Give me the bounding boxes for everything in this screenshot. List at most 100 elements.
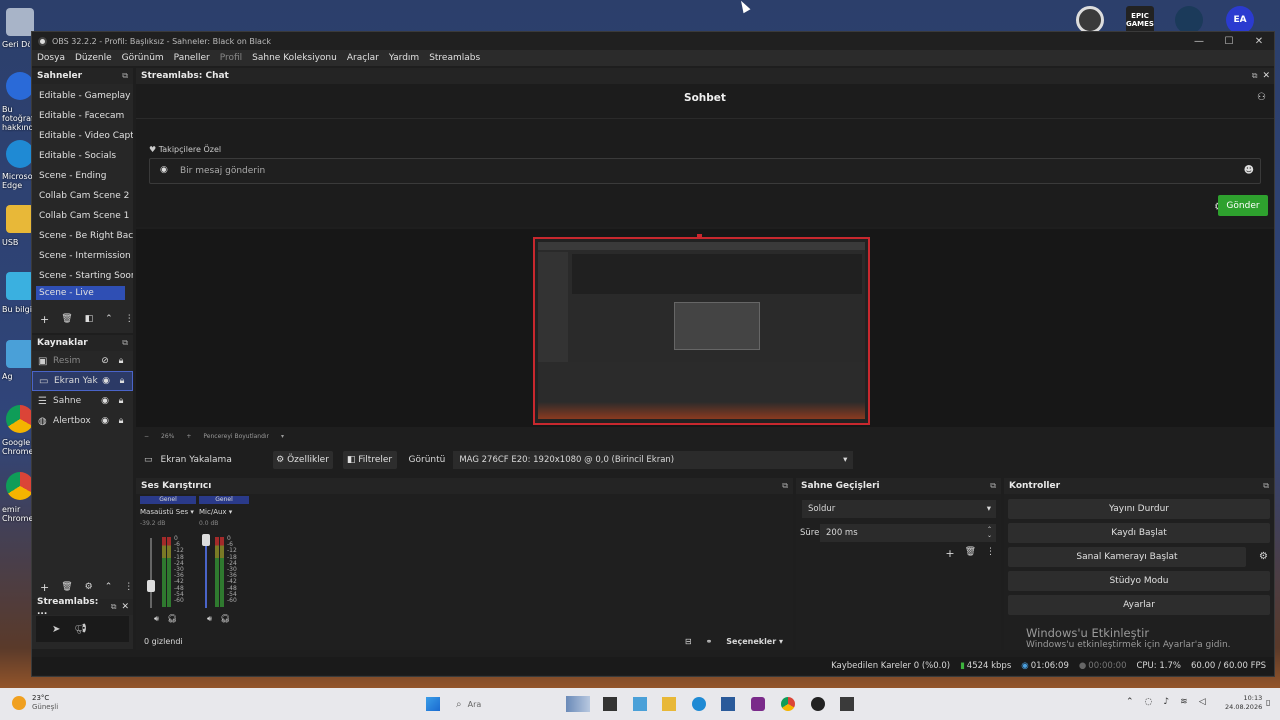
options-button[interactable]: Seçenekler ▾ <box>726 637 783 646</box>
menu-sahne-koleksiyonu[interactable]: Sahne Koleksiyonu <box>252 53 337 63</box>
menu-duzenle[interactable]: Düzenle <box>75 53 112 63</box>
menu-profil[interactable]: Profil <box>220 53 242 63</box>
stepper-icon[interactable]: ⌃ ⌄ <box>987 527 992 539</box>
chevron-up-icon[interactable]: ⌃ <box>105 314 113 324</box>
gear-icon[interactable]: ⚙ <box>1259 551 1268 562</box>
chevron-down-icon[interactable]: ▾ <box>281 433 284 440</box>
undock-icon[interactable]: ⧉ <box>1263 481 1269 491</box>
layout-icon[interactable]: ⊟ <box>685 637 692 646</box>
menu-paneller[interactable]: Paneller <box>174 53 210 63</box>
wifi-icon[interactable]: ≋ <box>1180 697 1188 707</box>
studio-mode-button[interactable]: Stüdyo Modu <box>1008 571 1270 591</box>
close-icon[interactable]: ✕ <box>121 602 129 612</box>
eye-icon[interactable]: ◉ <box>98 376 114 386</box>
scene-item[interactable]: Scene - Ending <box>32 166 133 186</box>
undock-icon[interactable]: ⧉ <box>122 71 128 81</box>
add-icon[interactable]: + <box>945 547 954 560</box>
taskbar-app-icon[interactable] <box>566 696 590 712</box>
start-virtual-camera-button[interactable]: Sanal Kamerayı Başlat <box>1008 547 1246 567</box>
scene-item[interactable]: Scene - Be Right Back <box>32 226 133 246</box>
obs-taskbar-icon[interactable] <box>811 697 825 711</box>
send-button[interactable]: Gönder <box>1218 195 1268 216</box>
taskbar-app-icon[interactable] <box>751 697 765 711</box>
zoom-in-button[interactable]: + <box>186 433 191 440</box>
source-item[interactable]: ▣ Resim ⊘ 🔒︎ <box>32 351 133 371</box>
edge-icon[interactable] <box>692 697 706 711</box>
channel-name-select[interactable]: Mic/Aux ▾ <box>199 508 249 516</box>
more-icon[interactable]: ⋮ <box>125 314 134 324</box>
transition-select[interactable]: Soldur ▾ <box>802 500 996 518</box>
add-icon[interactable]: + <box>40 313 49 326</box>
filters-button[interactable]: ◧ Filtreler <box>342 451 397 469</box>
headphones-icon[interactable]: 🎧︎ <box>167 614 177 624</box>
lock-icon[interactable]: 🔒︎ <box>114 376 130 386</box>
scene-item[interactable]: Editable - Video Capture <box>32 126 133 146</box>
menu-gorunum[interactable]: Görünüm <box>122 53 164 63</box>
folder-icon[interactable] <box>6 205 34 233</box>
scene-item-selected[interactable]: Scene - Live <box>36 286 125 300</box>
undock-icon[interactable]: ⧉ <box>990 481 996 491</box>
chat-input[interactable]: ◉ Bir mesaj gönderin ☻ <box>149 158 1261 184</box>
zoom-mode[interactable]: Pencereyi Boyutlandır <box>203 433 269 440</box>
opera-gx-icon[interactable] <box>1076 6 1104 34</box>
chrome-icon[interactable] <box>6 405 34 433</box>
undock-icon[interactable]: ⧉ <box>111 602 117 612</box>
undock-icon[interactable]: ⧉ <box>122 338 128 348</box>
chrome-icon[interactable] <box>6 472 34 500</box>
weather-widget[interactable]: 23°C Güneşli <box>12 694 58 712</box>
menu-araclar[interactable]: Araçlar <box>347 53 379 63</box>
scene-item[interactable]: Collab Cam Scene 2 <box>32 186 133 206</box>
search-box[interactable]: ⌕ Ara <box>452 695 562 713</box>
trash-icon[interactable]: 🗑 <box>965 547 976 560</box>
send-icon[interactable]: ➤ <box>52 624 60 635</box>
menu-dosya[interactable]: Dosya <box>37 53 65 63</box>
lock-icon[interactable]: 🔒︎ <box>113 396 129 406</box>
ea-icon[interactable]: EA <box>1226 6 1254 34</box>
menu-yardim[interactable]: Yardım <box>389 53 419 63</box>
volume-slider[interactable] <box>150 538 152 608</box>
network-icon[interactable] <box>6 340 34 368</box>
lock-icon[interactable]: 🔒︎ <box>113 356 129 366</box>
link-icon[interactable]: ⚭ <box>706 637 713 646</box>
volume-slider[interactable] <box>205 538 207 608</box>
more-icon[interactable]: ⋮ <box>124 582 133 592</box>
eye-icon[interactable]: ◉ <box>97 396 113 406</box>
edge-icon[interactable] <box>6 140 34 168</box>
undock-icon[interactable]: ⧉ <box>782 481 788 491</box>
scene-item[interactable]: Editable - Socials <box>32 146 133 166</box>
undock-icon[interactable]: ⧉ <box>1252 71 1258 81</box>
stop-stream-button[interactable]: Yayını Durdur <box>1008 499 1270 519</box>
scene-item[interactable]: Scene - Starting Soon <box>32 266 133 286</box>
taskbar-app-icon[interactable] <box>633 697 647 711</box>
computer-icon[interactable] <box>6 272 34 300</box>
recycle-bin-icon[interactable] <box>6 8 34 36</box>
filter-icon[interactable]: ◧ <box>85 314 94 324</box>
preview-canvas[interactable] <box>533 237 870 425</box>
photo-info-icon[interactable] <box>6 72 34 100</box>
scene-item[interactable]: Editable - Gameplay <box>32 86 133 106</box>
mic-icon[interactable]: ♪ <box>1163 697 1169 707</box>
trash-icon[interactable]: 🗑 <box>61 314 72 324</box>
properties-button[interactable]: ⚙ Özellikler <box>272 451 333 469</box>
scene-item[interactable]: Scene - Intermission <box>32 246 133 266</box>
source-item[interactable]: ◍ Alertbox ◉ 🔒︎ <box>32 411 133 431</box>
chat-settings-icon[interactable]: ⚇ <box>1257 92 1266 103</box>
start-icon[interactable] <box>426 697 440 711</box>
headphones-icon[interactable]: 🎧︎ <box>220 614 230 624</box>
network-icon[interactable]: ◌ <box>1145 697 1153 707</box>
add-icon[interactable]: + <box>40 581 49 594</box>
store-icon[interactable] <box>721 697 735 711</box>
taskbar-app-icon[interactable] <box>840 697 854 711</box>
volume-icon[interactable]: ◁ <box>1199 697 1206 707</box>
source-item-selected[interactable]: ▭ Ekran Yak ◉ 🔒︎ <box>32 371 133 391</box>
duration-input[interactable]: 200 ms ⌃ ⌄ <box>820 524 996 542</box>
channel-name-select[interactable]: Masaüstü Ses ▾ <box>140 508 196 516</box>
volume-handle[interactable] <box>202 534 210 546</box>
close-button[interactable]: ✕ <box>1244 36 1274 47</box>
zoom-out-button[interactable]: − <box>144 433 149 440</box>
epic-games-icon[interactable]: EPIC GAMES <box>1126 6 1154 34</box>
scene-item[interactable]: Editable - Facecam <box>32 106 133 126</box>
chrome-icon[interactable] <box>781 697 795 711</box>
notification-icon[interactable]: ▯ <box>1266 698 1270 707</box>
preview-area[interactable] <box>136 229 1274 427</box>
